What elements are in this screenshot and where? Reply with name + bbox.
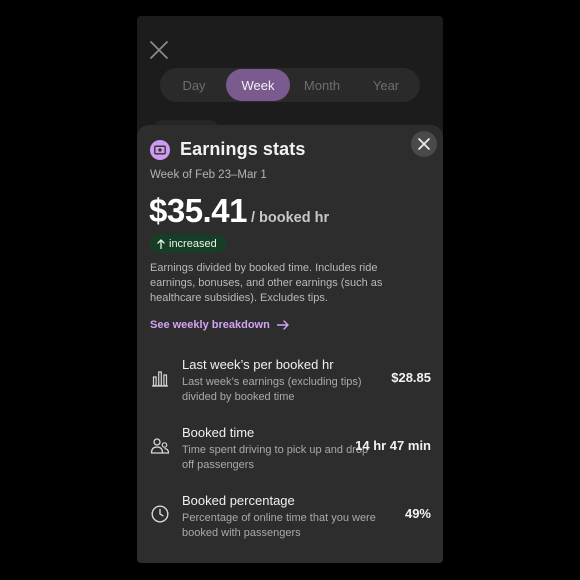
sheet-close-button[interactable] — [411, 131, 437, 157]
close-icon[interactable] — [149, 40, 169, 60]
tab-year[interactable]: Year — [354, 69, 418, 101]
status-badge-label: increased — [169, 237, 217, 250]
period-selector: Day Week Month Year — [160, 68, 420, 102]
app-screen: Day Week Month Year Earnings stats Week … — [137, 16, 443, 563]
weekly-breakdown-label: See weekly breakdown — [150, 319, 270, 331]
earnings-unit: / booked hr — [250, 210, 330, 226]
status-badge: increased — [150, 234, 226, 253]
tab-week[interactable]: Week — [226, 69, 290, 101]
sheet-title: Earnings stats — [180, 139, 306, 159]
tab-month[interactable]: Month — [290, 69, 354, 101]
bar-chart-icon — [150, 368, 170, 388]
earnings-stats-sheet: Earnings stats Week of Feb 23–Mar 1 $35.… — [137, 125, 443, 563]
earnings-description: Earnings divided by booked time. Include… — [150, 262, 383, 304]
arrow-right-icon — [276, 320, 289, 330]
stat-title: Booked time — [182, 425, 255, 440]
passenger-icon — [150, 436, 170, 456]
earnings-rate: $35.41 / booked hr — [149, 192, 329, 230]
stat-value: 14 hr 47 min — [355, 438, 431, 453]
arrow-up-icon — [157, 238, 165, 249]
stat-row-booked-percentage: Booked percentage Percentage of online t… — [150, 493, 431, 539]
stat-value: $28.85 — [391, 370, 431, 385]
stat-title: Last week’s per booked hr — [182, 357, 334, 372]
weekly-breakdown-link[interactable]: See weekly breakdown — [150, 319, 289, 331]
close-icon — [418, 138, 430, 150]
sheet-header: Earnings stats — [150, 139, 305, 160]
earnings-amount: $35.41 — [149, 192, 247, 229]
stat-description: Last week’s earnings (excluding tips) di… — [182, 376, 362, 403]
stat-description: Time spent driving to pick up and drop o… — [182, 444, 369, 471]
stat-value: 49% — [404, 506, 431, 521]
stat-row-booked-time: Booked time Time spent driving to pick u… — [150, 425, 431, 471]
stat-title: Booked percentage — [182, 493, 295, 508]
money-icon — [150, 139, 170, 160]
tab-day[interactable]: Day — [162, 69, 226, 101]
stat-description: Percentage of online time that you were … — [182, 512, 376, 539]
stat-row-last-week: Last week’s per booked hr Last week’s ea… — [150, 357, 431, 403]
clock-icon — [150, 504, 170, 524]
week-range: Week of Feb 23–Mar 1 — [150, 169, 267, 181]
